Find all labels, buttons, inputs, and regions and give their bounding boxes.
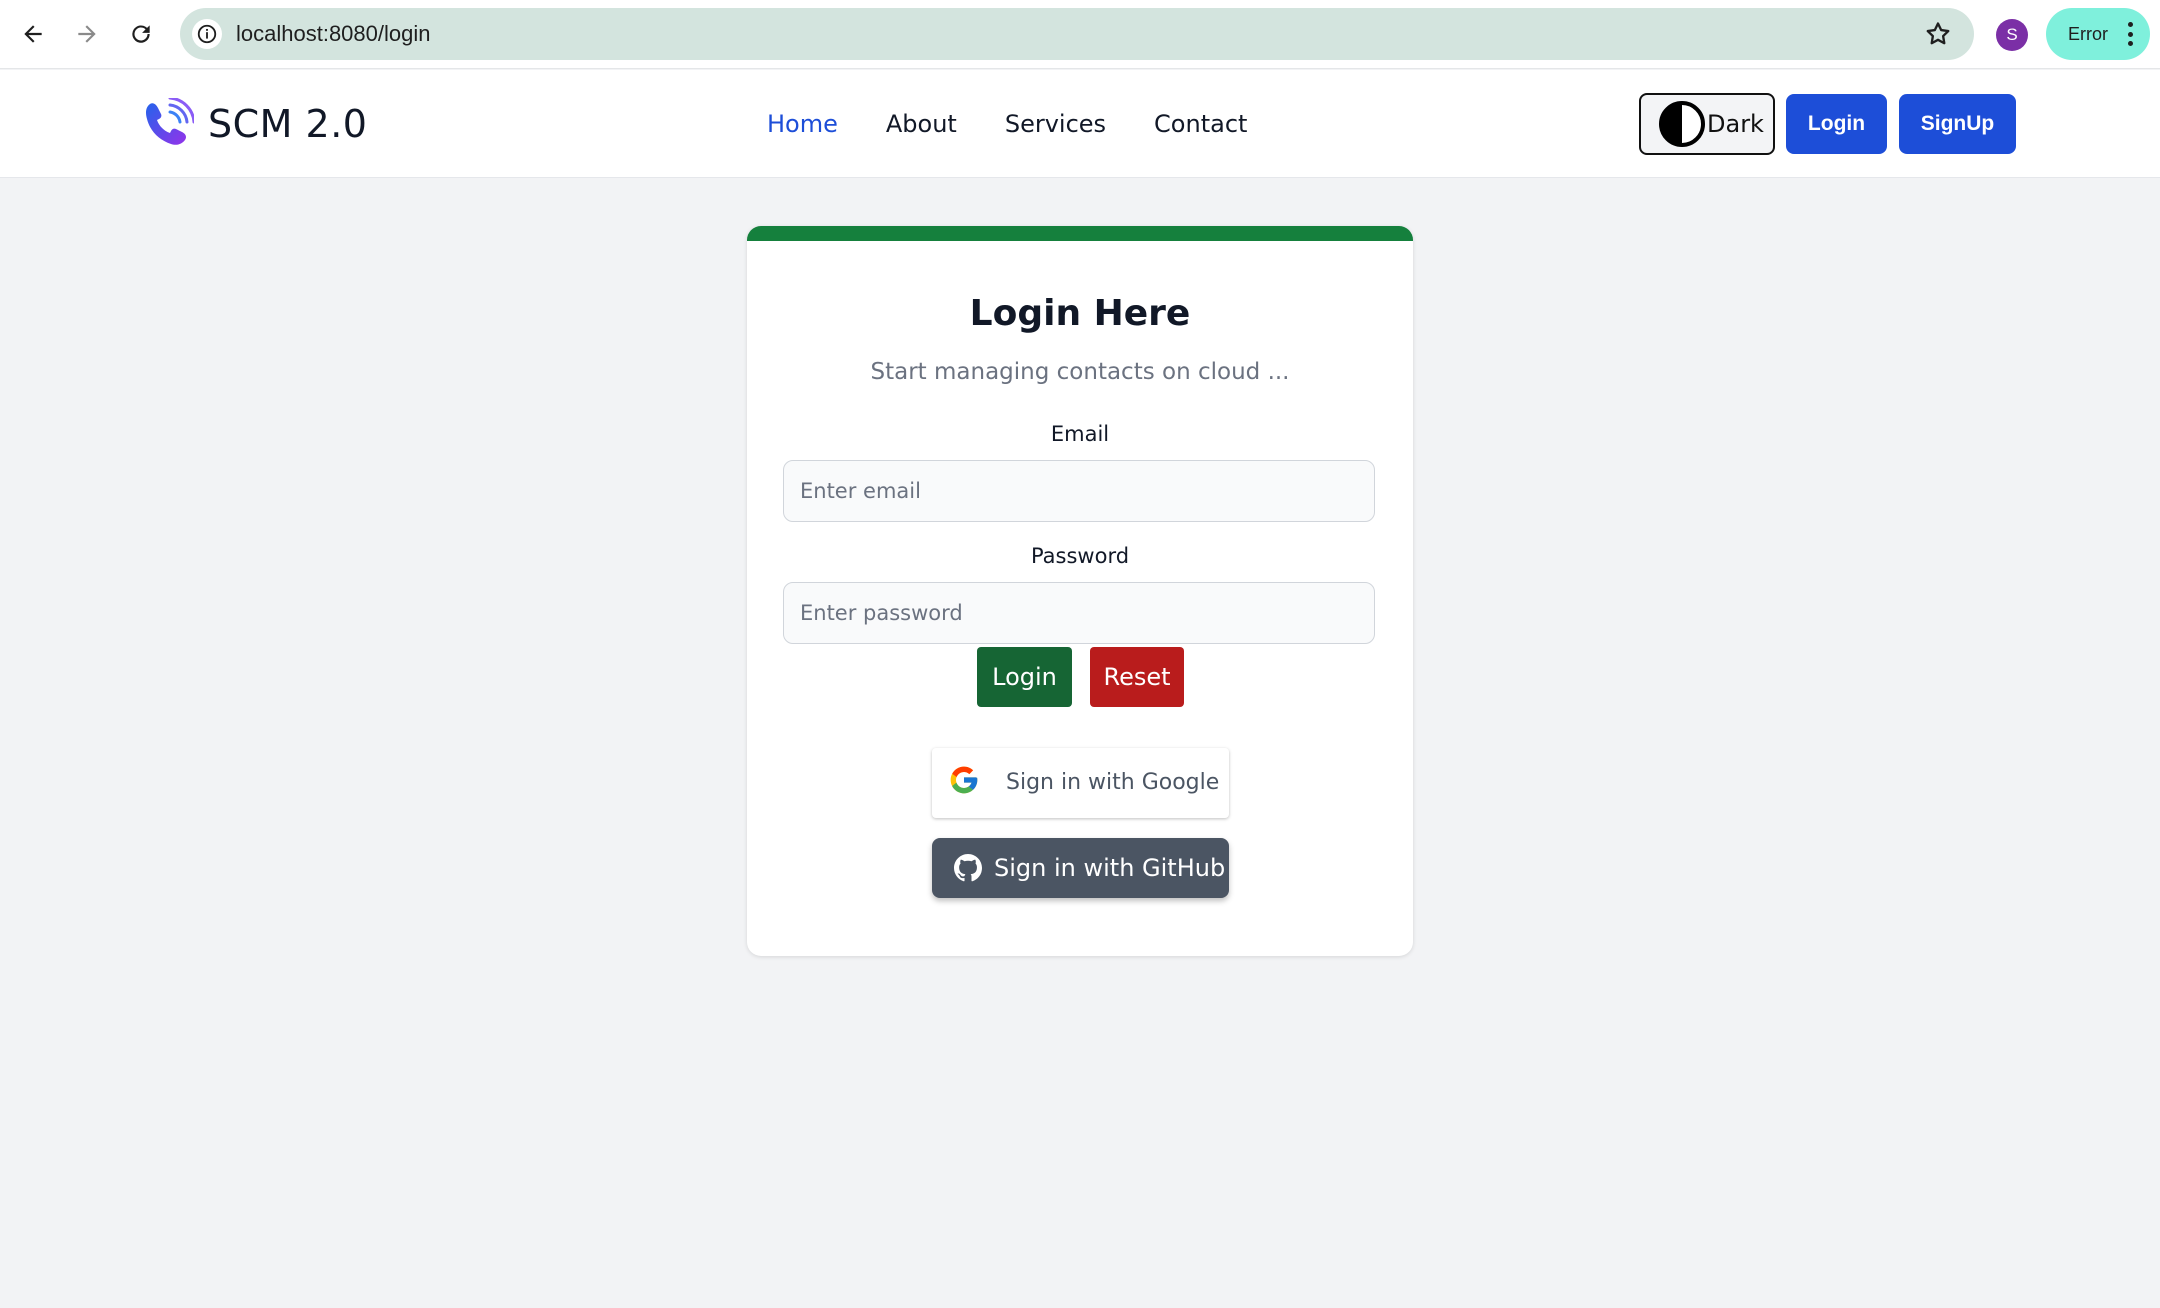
google-icon bbox=[950, 766, 978, 794]
back-button[interactable] bbox=[13, 14, 53, 54]
arrow-left-icon bbox=[24, 25, 42, 43]
brand-link[interactable]: SCM 2.0 bbox=[142, 98, 367, 150]
browser-toolbar: localhost:8080/login S Error bbox=[0, 0, 2160, 69]
password-label: Password bbox=[1030, 544, 1130, 568]
bookmark-star-icon[interactable] bbox=[1924, 20, 1952, 48]
profile-initial: S bbox=[2006, 25, 2018, 44]
nav-services-link[interactable]: Services bbox=[1005, 110, 1106, 138]
password-field[interactable] bbox=[783, 582, 1375, 644]
page-title: Login Here bbox=[969, 293, 1191, 334]
nav-home-link[interactable]: Home bbox=[767, 110, 838, 138]
github-signin-label: Sign in with GitHub bbox=[994, 854, 1226, 882]
brand-name: SCM 2.0 bbox=[208, 102, 368, 146]
main-menu: Home About Services Contact bbox=[767, 110, 1295, 138]
google-signin-label: Sign in with Google bbox=[1006, 770, 1220, 795]
nav-login-button[interactable]: Login bbox=[1786, 94, 1887, 154]
email-label: Email bbox=[1050, 422, 1110, 446]
profile-avatar[interactable]: S bbox=[1996, 19, 2028, 51]
reload-button[interactable] bbox=[121, 14, 161, 54]
error-menu-button[interactable]: Error bbox=[2046, 8, 2150, 60]
github-signin-button[interactable]: Sign in with GitHub bbox=[932, 838, 1229, 898]
page-subtitle: Start managing contacts on cloud ... bbox=[870, 359, 1290, 385]
site-info-icon[interactable] bbox=[192, 19, 222, 49]
error-label: Error bbox=[2068, 23, 2108, 44]
site-navbar: SCM 2.0 Home About Services Contact Dark… bbox=[0, 70, 2160, 178]
phone-logo-icon bbox=[146, 98, 194, 145]
reset-button[interactable]: Reset bbox=[1090, 647, 1184, 707]
nav-signup-button[interactable]: SignUp bbox=[1899, 94, 2016, 154]
email-field[interactable] bbox=[783, 460, 1375, 522]
login-submit-button[interactable]: Login bbox=[977, 647, 1072, 707]
nav-about-link[interactable]: About bbox=[886, 110, 957, 138]
kebab-menu-icon bbox=[2128, 22, 2134, 46]
forward-button[interactable] bbox=[67, 14, 107, 54]
github-icon bbox=[954, 854, 982, 882]
reload-icon bbox=[132, 25, 150, 43]
login-card: Login Here Start managing contacts on cl… bbox=[747, 226, 1413, 956]
google-signin-button[interactable]: Sign in with Google bbox=[932, 748, 1229, 818]
nav-contact-link[interactable]: Contact bbox=[1154, 110, 1247, 138]
theme-toggle-label: Dark bbox=[1707, 110, 1764, 138]
arrow-right-icon bbox=[78, 25, 96, 43]
url-text[interactable]: localhost:8080/login bbox=[236, 21, 430, 47]
address-bar[interactable]: localhost:8080/login bbox=[180, 8, 1974, 60]
contrast-icon bbox=[1659, 101, 1705, 147]
theme-toggle-button[interactable]: Dark bbox=[1639, 93, 1775, 155]
